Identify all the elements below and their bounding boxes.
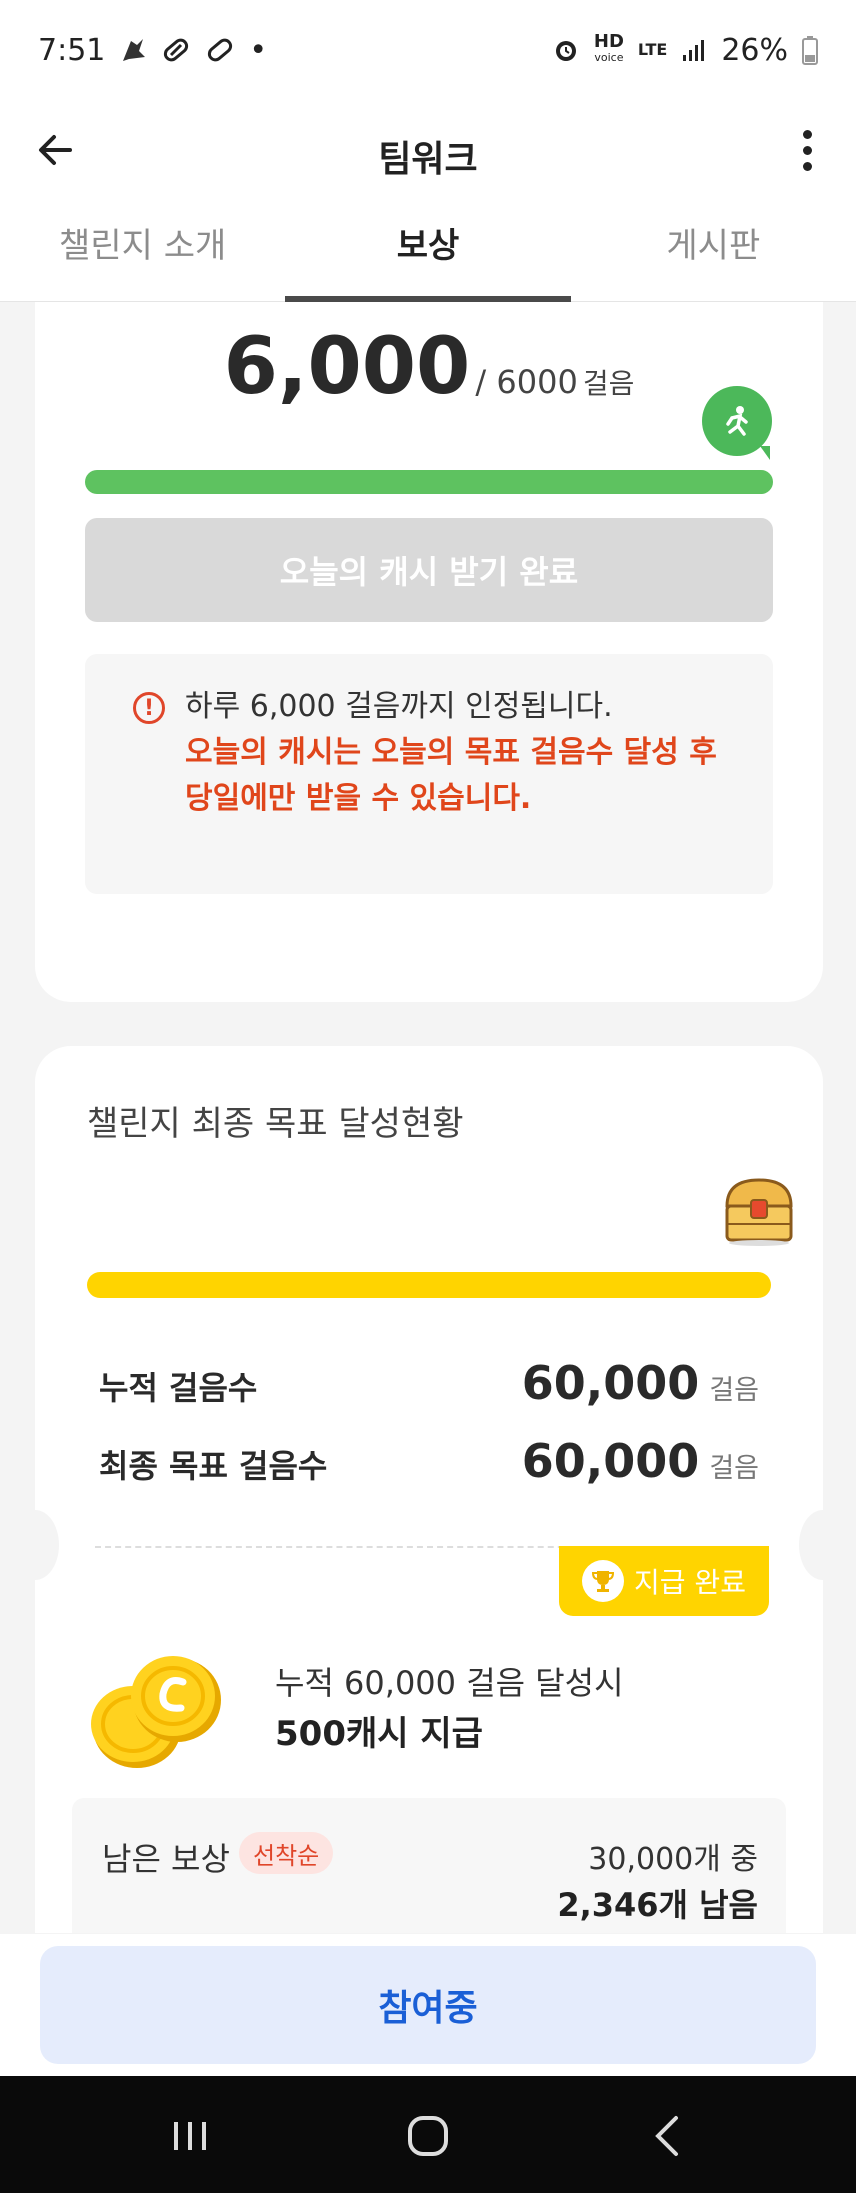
cumulative-steps-label: 누적 걸음수 <box>99 1369 258 1407</box>
recent-apps-button[interactable] <box>150 2106 230 2166</box>
hd-label: HD <box>593 31 624 52</box>
daily-steps-goal: / 6000 <box>475 363 578 401</box>
voice-label: voice <box>594 51 624 64</box>
more-vert-icon-dot <box>802 145 812 155</box>
cumulative-steps-row: 누적 걸음수 60,000 걸음 <box>99 1356 759 1410</box>
paid-complete-badge: 지급 완료 <box>559 1546 769 1616</box>
final-goal-unit: 걸음 <box>709 1453 759 1484</box>
ticket-notch-left <box>11 1510 59 1580</box>
participating-button[interactable]: 참여중 <box>40 1946 816 2064</box>
remaining-total: 30,000개 중 <box>588 1842 758 1877</box>
status-bar: 7:51 • HD voice LTE 26% <box>0 0 856 100</box>
final-goal-value: 60,000 <box>521 1434 700 1488</box>
cumulative-steps-unit: 걸음 <box>709 1375 759 1406</box>
first-come-badge: 선착순 <box>239 1832 334 1874</box>
remaining-rewards-label: 남은 보상 <box>102 1840 230 1878</box>
runner-badge <box>702 386 772 460</box>
nav-back-button[interactable] <box>628 2106 708 2166</box>
paid-complete-label: 지급 완료 <box>634 1566 746 1599</box>
daily-steps-unit: 걸음 <box>582 367 635 400</box>
notification-icon <box>123 39 146 61</box>
notice-warning-1: 오늘의 캐시는 오늘의 목표 걸음수 달성 후 <box>185 735 717 770</box>
final-progress-bar <box>87 1272 771 1298</box>
link-icon <box>208 38 233 62</box>
daily-steps-card: 6,000 / 6000 걸음 오늘의 캐시 받기 완료 ! 하루 6,000 … <box>35 302 823 1002</box>
daily-notice-box: ! 하루 6,000 걸음까지 인정됩니다. 오늘의 캐시는 오늘의 목표 걸음… <box>85 654 773 894</box>
status-right: HD voice LTE 26% <box>552 33 818 68</box>
page-title: 팀워크 <box>378 139 478 180</box>
tab-rewards[interactable]: 보상 <box>285 200 572 302</box>
daily-progress-bar <box>85 470 773 494</box>
final-goal-label: 최종 목표 걸음수 <box>99 1447 328 1485</box>
recent-apps-icon <box>174 2122 206 2150</box>
final-goal-card: 챌린지 최종 목표 달성현황 누적 걸음수 60,000 걸음 최종 목표 걸음… <box>11 1046 847 1933</box>
treasure-chest-icon <box>725 1178 793 1246</box>
scroll-content[interactable]: 6,000 / 6000 걸음 오늘의 캐시 받기 완료 ! 하루 6,000 … <box>0 302 856 1933</box>
pill-icon <box>164 38 189 62</box>
cumulative-steps-value: 60,000 <box>521 1356 700 1410</box>
reward-condition: 누적 60,000 걸음 달성시 <box>275 1664 624 1702</box>
battery-icon <box>802 36 818 65</box>
daily-steps-value: 6,000 <box>223 322 471 412</box>
warning-icon: ! <box>133 692 165 724</box>
app-bar: 팀워크 <box>0 100 856 200</box>
home-button[interactable] <box>388 2106 468 2166</box>
trophy-icon <box>582 1560 625 1602</box>
alarm-icon <box>555 41 576 61</box>
remaining-rewards-box: 남은 보상 선착순 30,000개 중 2,346개 남음 <box>72 1798 786 1933</box>
status-left: 7:51 • <box>38 33 267 68</box>
system-nav-bar <box>0 2076 856 2193</box>
final-goal-row: 최종 목표 걸음수 60,000 걸음 <box>99 1434 759 1488</box>
battery-percent: 26% <box>721 32 788 68</box>
notice-warning-2: 당일에만 받을 수 있습니다. <box>185 781 532 816</box>
tab-challenge-intro[interactable]: 챌린지 소개 <box>0 200 285 301</box>
more-vert-icon-dot <box>802 161 812 171</box>
more-vert-icon-dot <box>802 129 812 139</box>
lte-label: LTE <box>637 40 668 59</box>
notice-line: 하루 6,000 걸음까지 인정됩니다. <box>185 689 613 724</box>
coin-icon <box>91 1656 221 1768</box>
runner-icon <box>726 406 748 436</box>
daily-steps-line: 6,000 / 6000 걸음 <box>35 322 823 412</box>
hd-voice-label: HD voice <box>593 31 624 66</box>
signal-icon <box>683 40 705 61</box>
reward-amount: 500캐시 지급 <box>275 1714 483 1754</box>
nav-back-icon <box>655 2116 678 2156</box>
tab-board[interactable]: 게시판 <box>571 200 856 301</box>
home-icon <box>408 2116 448 2156</box>
status-dot: • <box>249 32 268 68</box>
daily-cash-complete-button[interactable]: 오늘의 캐시 받기 완료 <box>85 518 773 622</box>
status-time: 7:51 <box>38 32 106 68</box>
final-goal-title: 챌린지 최종 목표 달성현황 <box>87 1104 464 1144</box>
tab-bar: 챌린지 소개 보상 게시판 <box>0 200 856 302</box>
notice-text: 하루 6,000 걸음까지 인정됩니다. 오늘의 캐시는 오늘의 목표 걸음수 … <box>185 684 725 822</box>
bottom-action-area: 참여중 <box>0 1934 856 2076</box>
remaining-count: 2,346개 남음 <box>557 1886 758 1924</box>
ticket-notch-right <box>799 1510 847 1580</box>
more-options-button[interactable] <box>792 122 822 178</box>
